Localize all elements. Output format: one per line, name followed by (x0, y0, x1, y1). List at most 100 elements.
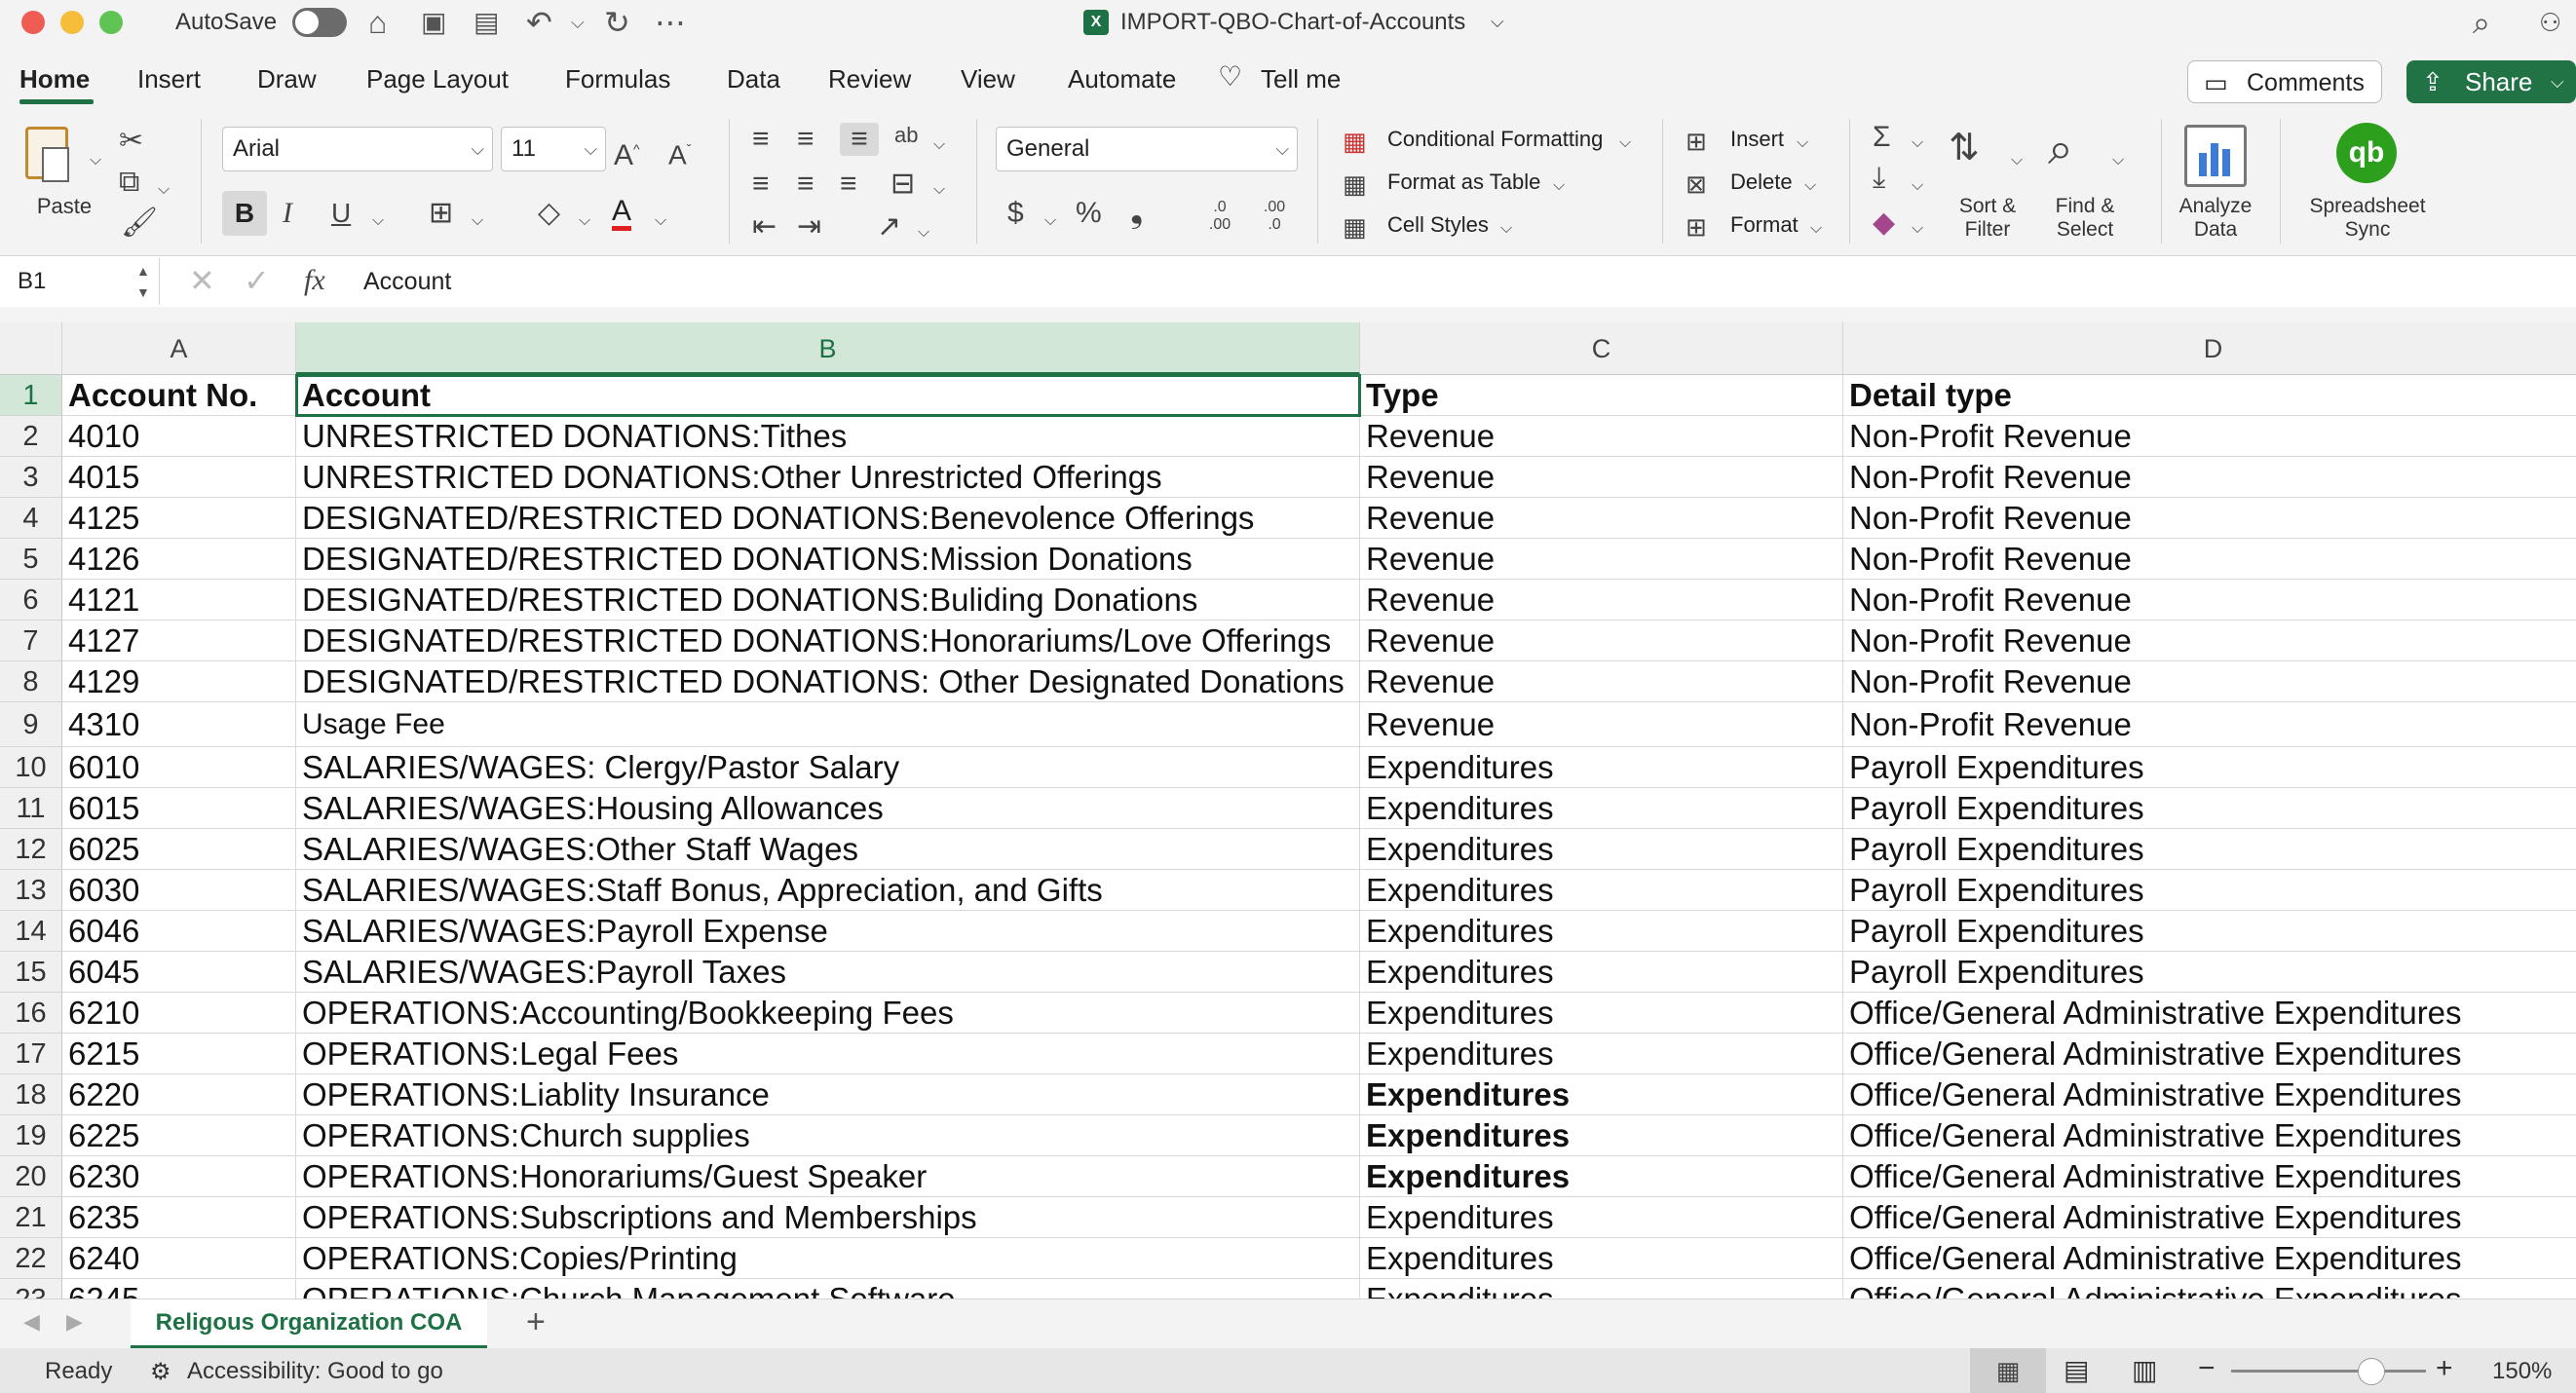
fill-color-icon[interactable]: ◇ (538, 197, 560, 230)
header-cell[interactable]: Type (1360, 375, 1843, 416)
row-header[interactable]: 1 (0, 375, 62, 416)
table-cell[interactable]: DESIGNATED/RESTRICTED DONATIONS:Benevole… (296, 498, 1360, 539)
comments-button[interactable]: ▭ Comments (2187, 60, 2382, 103)
chevron-down-icon[interactable]: ⌵ (1797, 127, 1808, 160)
table-cell[interactable]: 4121 (62, 580, 296, 621)
wrap-text-icon[interactable]: ⊟ (890, 168, 915, 201)
sort-filter-icon[interactable]: ⇅ (1949, 127, 1980, 169)
name-box[interactable]: B1 ▲ ▼ (0, 258, 160, 305)
table-cell[interactable]: Non-Profit Revenue (1843, 457, 2576, 498)
account-icon[interactable]: ⚇ (2539, 4, 2561, 41)
tab-formulas[interactable]: Formulas (565, 64, 670, 94)
format-cells-button[interactable]: Format (1730, 212, 1799, 238)
table-cell[interactable]: Office/General Administrative Expenditur… (1843, 1034, 2576, 1074)
zoom-window-button[interactable] (99, 11, 123, 34)
table-cell[interactable]: Revenue (1360, 580, 1843, 621)
table-cell[interactable]: Non-Profit Revenue (1843, 416, 2576, 457)
tab-page-layout[interactable]: Page Layout (366, 64, 509, 94)
table-cell[interactable]: 6030 (62, 870, 296, 911)
table-cell[interactable]: 6046 (62, 911, 296, 952)
table-cell[interactable]: Non-Profit Revenue (1843, 498, 2576, 539)
tab-automate[interactable]: Automate (1068, 64, 1176, 94)
merge-dropdown-icon[interactable]: ⌵ (933, 173, 945, 207)
share-button[interactable]: ⇪ Share ⌵ (2406, 60, 2576, 103)
font-color-icon[interactable]: A (612, 197, 632, 231)
row-header[interactable]: 10 (0, 747, 62, 788)
search-icon[interactable]: ⌕ (2473, 4, 2490, 41)
row-header[interactable]: 23 (0, 1279, 62, 1299)
underline-button[interactable]: U (331, 197, 351, 230)
chevron-down-icon[interactable]: ⌵ (1500, 212, 1512, 245)
row-header[interactable]: 20 (0, 1156, 62, 1197)
home-icon[interactable]: ⌂ (368, 4, 387, 41)
table-cell[interactable]: Expenditures (1360, 1197, 1843, 1238)
zoom-slider-track[interactable] (2231, 1370, 2426, 1373)
table-cell[interactable]: Expenditures (1360, 911, 1843, 952)
increase-decimal-icon[interactable]: .0 .00 (1200, 199, 1239, 234)
table-cell[interactable]: Office/General Administrative Expenditur… (1843, 1279, 2576, 1299)
share-dropdown-icon[interactable]: ⌵ (2551, 60, 2564, 103)
name-box-stepper-icon[interactable]: ▲ ▼ (136, 260, 150, 303)
formula-input[interactable]: Account (363, 268, 451, 296)
tell-me-search[interactable]: Tell me (1261, 64, 1341, 94)
table-cell[interactable]: Expenditures (1360, 747, 1843, 788)
page-layout-view-icon[interactable]: ▤ (2064, 1354, 2089, 1386)
insert-function-icon[interactable]: fx (304, 264, 325, 297)
table-cell[interactable]: Revenue (1360, 539, 1843, 580)
table-cell[interactable]: Revenue (1360, 457, 1843, 498)
borders-dropdown-icon[interactable]: ⌵ (472, 205, 483, 238)
percent-icon[interactable]: % (1076, 197, 1102, 230)
tab-draw[interactable]: Draw (257, 64, 317, 94)
table-cell[interactable]: OPERATIONS:Copies/Printing (296, 1238, 1360, 1279)
fill-dropdown-icon[interactable]: ⌵ (1912, 169, 1923, 203)
table-cell[interactable]: Non-Profit Revenue (1843, 621, 2576, 661)
format-painter-icon[interactable]: 🖌 (121, 207, 158, 240)
format-as-table-button[interactable]: Format as Table (1387, 169, 1540, 195)
table-cell[interactable]: SALARIES/WAGES:Staff Bonus, Appreciation… (296, 870, 1360, 911)
chevron-down-icon[interactable]: ⌵ (1619, 127, 1631, 160)
table-cell[interactable]: Expenditures (1360, 1156, 1843, 1197)
table-cell[interactable]: SALARIES/WAGES:Housing Allowances (296, 788, 1360, 829)
text-direction-dropdown-icon[interactable]: ⌵ (918, 216, 929, 249)
table-cell[interactable]: Usage Fee (296, 702, 1360, 747)
bold-button[interactable]: B (222, 191, 267, 236)
chevron-down-icon[interactable]: ⌵ (1553, 169, 1565, 203)
decrease-font-icon[interactable]: Aˇ (668, 132, 691, 171)
align-left-icon[interactable]: ≡ (752, 168, 770, 201)
orientation-dropdown-icon[interactable]: ⌵ (933, 129, 945, 162)
spreadsheet-grid[interactable]: ABCD 1 Account No. Account Type Detail type 2… (0, 322, 2576, 1299)
table-cell[interactable]: Expenditures (1360, 1115, 1843, 1156)
table-cell[interactable]: 4129 (62, 661, 296, 702)
close-window-button[interactable] (21, 11, 45, 34)
table-cell[interactable]: Office/General Administrative Expenditur… (1843, 993, 2576, 1034)
add-sheet-button[interactable]: + (526, 1303, 546, 1341)
row-header[interactable]: 19 (0, 1115, 62, 1156)
row-header[interactable]: 11 (0, 788, 62, 829)
table-cell[interactable]: Revenue (1360, 702, 1843, 747)
tab-home[interactable]: Home (19, 64, 90, 94)
header-cell[interactable]: Detail type (1843, 375, 2576, 416)
column-header-c[interactable]: C (1360, 322, 1843, 375)
column-header-d[interactable]: D (1843, 322, 2576, 375)
table-cell[interactable]: Non-Profit Revenue (1843, 702, 2576, 747)
table-cell[interactable]: Expenditures (1360, 788, 1843, 829)
save-as-icon[interactable]: ▤ (474, 4, 499, 41)
table-cell[interactable]: Payroll Expenditures (1843, 911, 2576, 952)
table-cell[interactable]: Revenue (1360, 498, 1843, 539)
autosave-toggle[interactable] (292, 8, 347, 37)
title-chevron-icon[interactable]: ⌵ (1491, 12, 1504, 32)
paste-icon[interactable] (25, 127, 69, 182)
decrease-decimal-icon[interactable]: .00 .0 (1255, 199, 1294, 234)
table-cell[interactable]: Revenue (1360, 621, 1843, 661)
table-cell[interactable]: UNRESTRICTED DONATIONS:Other Unrestricte… (296, 457, 1360, 498)
row-header[interactable]: 2 (0, 416, 62, 457)
cell-styles-button[interactable]: Cell Styles (1387, 212, 1489, 238)
minimize-window-button[interactable] (60, 11, 84, 34)
font-color-dropdown-icon[interactable]: ⌵ (655, 205, 666, 238)
table-cell[interactable]: 6015 (62, 788, 296, 829)
table-cell[interactable]: Office/General Administrative Expenditur… (1843, 1115, 2576, 1156)
table-cell[interactable]: SALARIES/WAGES: Clergy/Pastor Salary (296, 747, 1360, 788)
table-cell[interactable]: Payroll Expenditures (1843, 829, 2576, 870)
table-cell[interactable]: Expenditures (1360, 870, 1843, 911)
table-cell[interactable]: Expenditures (1360, 1074, 1843, 1115)
